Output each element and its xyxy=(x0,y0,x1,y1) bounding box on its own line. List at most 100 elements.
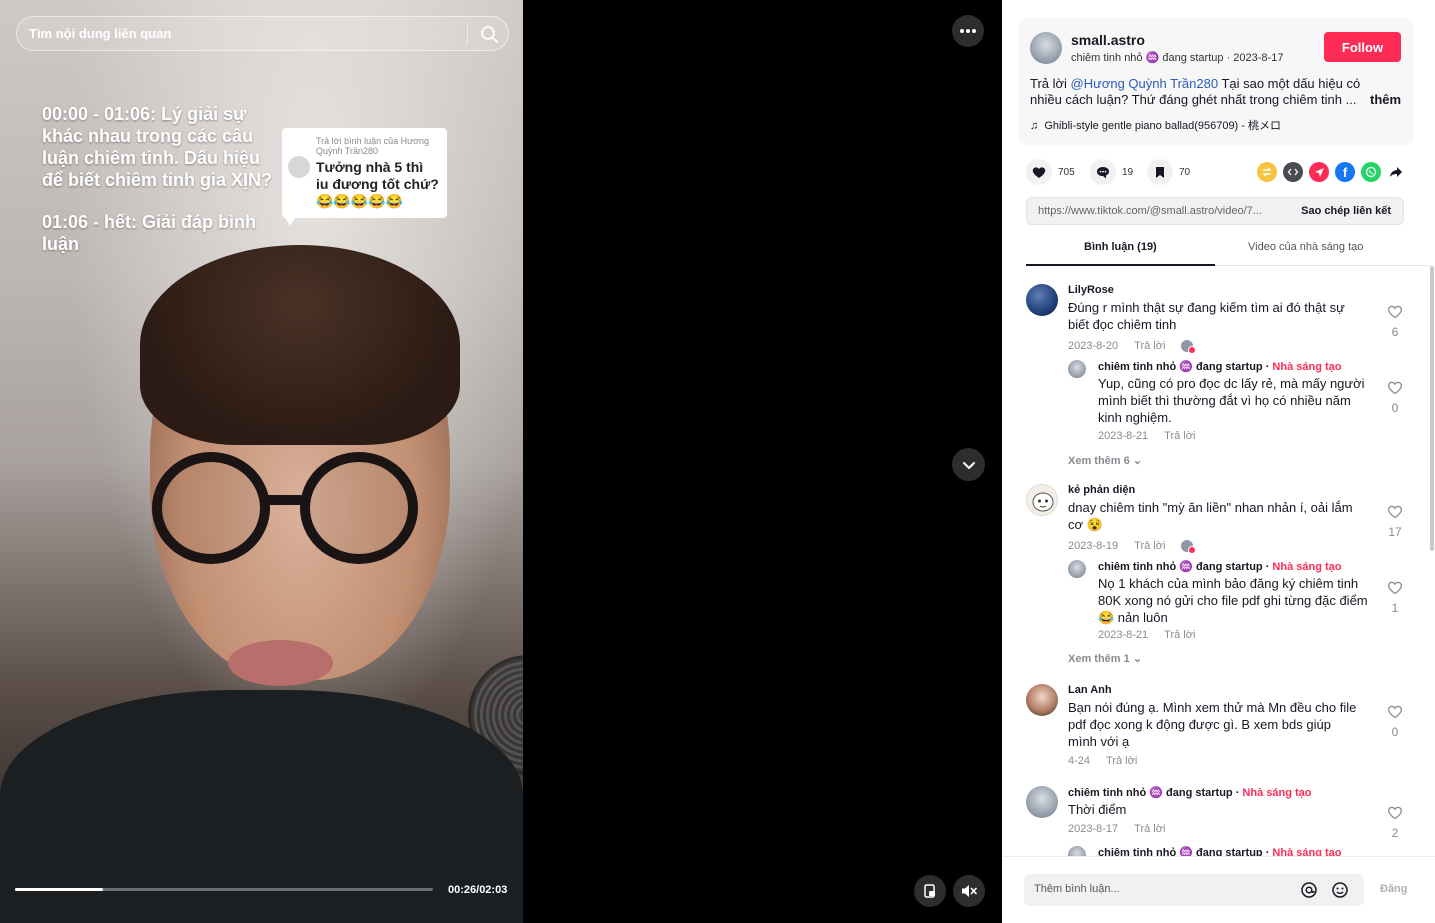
comment-like-button[interactable]: 6 xyxy=(1384,304,1406,339)
comment-like-button[interactable]: 0 xyxy=(1384,704,1406,739)
reply-link[interactable]: Trả lời xyxy=(1134,340,1165,352)
reply-author[interactable]: chiêm tinh nhỏ ♒ đang startup · Nhà sáng… xyxy=(1098,846,1342,856)
panel-tabs: Bình luận (19) Video của nhà sáng tạo xyxy=(1026,237,1430,266)
copy-link-button[interactable]: Sao chép liên kết xyxy=(1301,205,1391,217)
comment-like-count: 6 xyxy=(1391,325,1399,339)
video-glasses-bridge xyxy=(262,495,306,505)
music-link[interactable]: ♫ Ghibli-style gentle piano ballad(95670… xyxy=(1030,117,1281,133)
copy-link-box[interactable]: https://www.tiktok.com/@small.astro/vide… xyxy=(1026,197,1404,225)
emoji-icon[interactable] xyxy=(1331,881,1349,899)
author-username[interactable]: small.astro xyxy=(1071,32,1145,48)
author-avatar[interactable] xyxy=(1030,32,1062,64)
music-title[interactable]: Ghibli-style gentle piano ballad(956709)… xyxy=(1044,120,1281,132)
whatsapp-icon[interactable] xyxy=(1361,162,1381,182)
heart-outline-icon[interactable] xyxy=(1387,304,1403,319)
comment-placeholder[interactable]: Thêm bình luận... xyxy=(1034,883,1120,895)
share-arrow-icon[interactable] xyxy=(1386,162,1406,182)
view-more-label[interactable]: Xem thêm 1 xyxy=(1068,653,1130,665)
overlay-line-1: 00:00 - 01:06: Lý giải sự khác nhau tron… xyxy=(42,104,273,190)
comment-meta: 2023-8-17 Trả lời xyxy=(1068,823,1181,835)
reply-sticker-label: Trả lời bình luận của Hương Quỳnh Trần28… xyxy=(316,136,430,156)
like-action[interactable]: 705 xyxy=(1026,159,1075,185)
desc-prefix: Trả lời xyxy=(1030,76,1071,91)
heart-outline-icon[interactable] xyxy=(1387,805,1403,820)
video-player[interactable]: Tìm nội dung liên quan 00:00 - 01:06: Lý… xyxy=(0,0,523,923)
miniplayer-button[interactable] xyxy=(914,875,946,907)
more-options-button[interactable] xyxy=(952,15,984,47)
reply-avatar[interactable] xyxy=(1068,560,1086,578)
comment-like-button[interactable]: 17 xyxy=(1384,504,1406,539)
reply-author[interactable]: chiêm tinh nhỏ ♒ đang startup · Nhà sáng… xyxy=(1098,560,1342,573)
video-glasses-right xyxy=(300,452,418,564)
save-action[interactable]: 70 xyxy=(1147,159,1190,185)
comment-item: LilyRose Đúng r mình thật sự đang kiếm t… xyxy=(1026,284,1416,474)
creator-badge: Nhà sáng tạo xyxy=(1272,361,1342,373)
facebook-icon[interactable]: f xyxy=(1335,162,1355,182)
commenter-name[interactable]: Lan Anh xyxy=(1068,684,1112,696)
comment-list[interactable]: LilyRose Đúng r mình thật sự đang kiếm t… xyxy=(1002,266,1435,856)
heart-outline-icon[interactable] xyxy=(1387,704,1403,719)
heart-outline-icon[interactable] xyxy=(1387,380,1403,395)
next-video-button[interactable] xyxy=(952,448,985,481)
search-icon[interactable] xyxy=(477,22,501,46)
view-more-label[interactable]: Xem thêm 6 xyxy=(1068,455,1130,467)
repost-icon[interactable] xyxy=(1257,162,1277,182)
view-more-replies[interactable]: Xem thêm 1 ⌄ xyxy=(1068,652,1142,665)
commenter-avatar[interactable] xyxy=(1026,684,1058,716)
reply-author-name[interactable]: chiêm tinh nhỏ ♒ đang startup · xyxy=(1098,361,1272,373)
comment-input[interactable]: Thêm bình luận... xyxy=(1024,874,1364,906)
embed-icon[interactable] xyxy=(1283,162,1303,182)
mute-button[interactable] xyxy=(953,875,985,907)
expand-description-link[interactable]: thêm xyxy=(1370,92,1401,107)
heart-outline-icon[interactable] xyxy=(1387,580,1403,595)
comments-scrollbar[interactable] xyxy=(1430,266,1434,551)
related-search-bar[interactable]: Tìm nội dung liên quan xyxy=(16,16,509,51)
action-bar: 705 19 70 f xyxy=(1026,159,1416,185)
creator-badge: Nhà sáng tạo xyxy=(1272,847,1342,856)
search-placeholder[interactable]: Tìm nội dung liên quan xyxy=(29,26,171,41)
reply-avatar[interactable] xyxy=(1068,846,1086,856)
reply-link[interactable]: Trả lời xyxy=(1164,629,1195,641)
reply-avatar[interactable] xyxy=(1068,360,1086,378)
comment-like-count: 17 xyxy=(1388,525,1402,539)
reply-link[interactable]: Trả lời xyxy=(1134,540,1165,552)
tab-comments[interactable]: Bình luận (19) xyxy=(1084,241,1157,253)
comment-icon[interactable] xyxy=(1090,159,1116,185)
commenter-avatar[interactable] xyxy=(1026,484,1058,516)
comment-action[interactable]: 19 xyxy=(1090,159,1133,185)
desc-mention-link[interactable]: @Hương Quỳnh Trần280 xyxy=(1071,76,1219,91)
view-more-replies[interactable]: Xem thêm 6 ⌄ xyxy=(1068,454,1142,467)
reply-like-count: 0 xyxy=(1391,401,1399,415)
commenter-name[interactable]: LilyRose xyxy=(1068,284,1114,296)
send-to-friends-icon[interactable] xyxy=(1309,162,1329,182)
comment-date: 2023-8-17 xyxy=(1068,823,1119,835)
tab-creator-videos[interactable]: Video của nhà sáng tạo xyxy=(1248,241,1363,253)
follow-button[interactable]: Follow xyxy=(1324,32,1401,62)
reply-like-button[interactable]: 1 xyxy=(1384,580,1406,615)
comment-like-button[interactable]: 2 xyxy=(1384,805,1406,840)
heart-outline-icon[interactable] xyxy=(1387,504,1403,519)
bookmark-icon[interactable] xyxy=(1147,159,1173,185)
reply-like-count: 1 xyxy=(1391,601,1399,615)
comment-text: dnay chiêm tinh "mỳ ăn liền" nhan nhản í… xyxy=(1068,500,1353,532)
reply-link[interactable]: Trả lời xyxy=(1106,755,1137,767)
reply-link[interactable]: Trả lời xyxy=(1164,430,1195,442)
reply-author-name[interactable]: chiêm tinh nhỏ ♒ đang startup · xyxy=(1098,847,1272,856)
reply-link[interactable]: Trả lời xyxy=(1134,823,1165,835)
comment-date: 4-24 xyxy=(1068,755,1091,767)
commenter-name[interactable]: chiêm tinh nhỏ ♒ đang startup · Nhà sáng… xyxy=(1068,786,1312,799)
creator-name[interactable]: chiêm tinh nhỏ ♒ đang startup · xyxy=(1068,787,1242,799)
comment-count: 19 xyxy=(1122,166,1134,178)
mention-icon[interactable] xyxy=(1300,881,1318,899)
post-comment-button[interactable]: Đăng xyxy=(1380,883,1408,895)
commenter-avatar[interactable] xyxy=(1026,786,1058,818)
reply-author[interactable]: chiêm tinh nhỏ ♒ đang startup · Nhà sáng… xyxy=(1098,360,1342,373)
commenter-avatar[interactable] xyxy=(1026,284,1058,316)
video-progress-bar[interactable] xyxy=(15,888,433,891)
reply-item: chiêm tinh nhỏ ♒ đang startup · Nhà sáng… xyxy=(1068,846,1435,856)
heart-icon[interactable] xyxy=(1026,159,1052,185)
reply-like-button[interactable]: 0 xyxy=(1384,380,1406,415)
reply-author-name[interactable]: chiêm tinh nhỏ ♒ đang startup · xyxy=(1098,561,1272,573)
comment-text: Thời điểm xyxy=(1068,802,1127,817)
commenter-name[interactable]: kẻ phản diện xyxy=(1068,484,1135,496)
